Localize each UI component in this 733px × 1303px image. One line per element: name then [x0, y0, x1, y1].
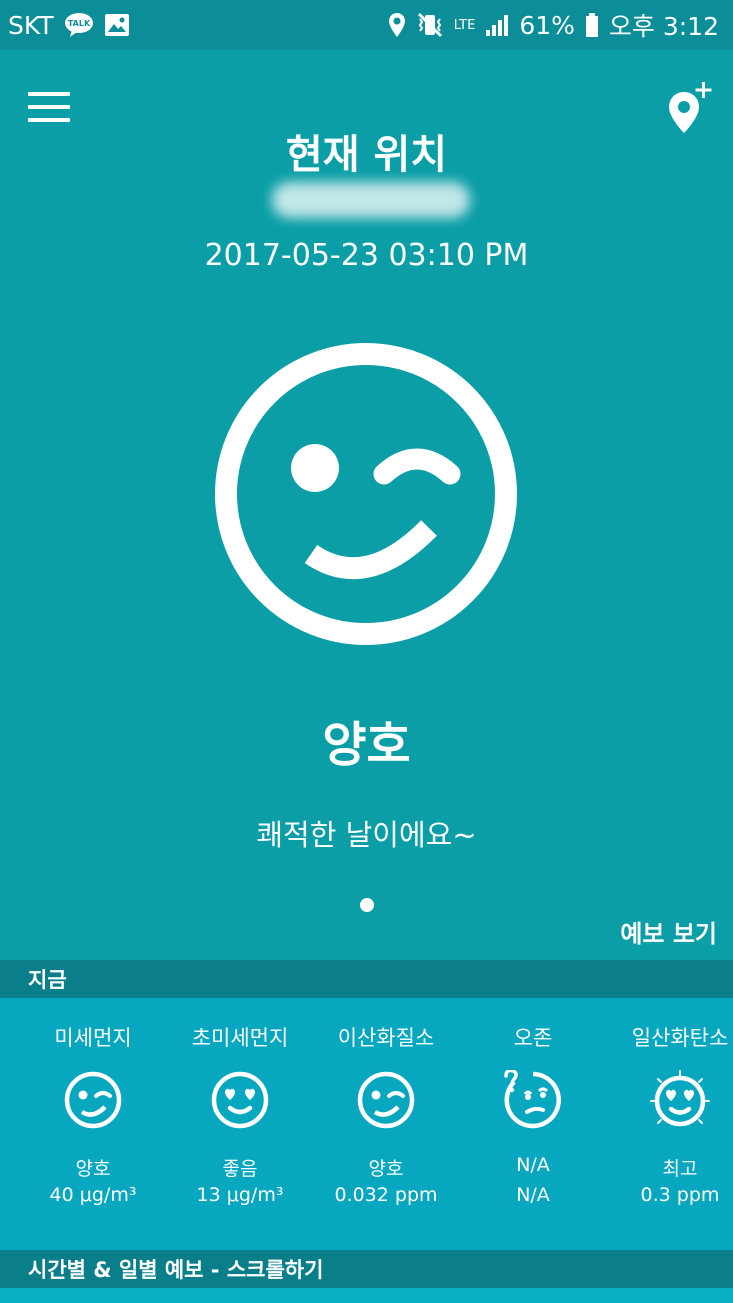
menu-button[interactable]: [28, 92, 70, 126]
pollutant-item-pm10[interactable]: 미세먼지 양호 40 μg/m³: [20, 998, 166, 1234]
pollutant-name: 미세먼지: [54, 1026, 132, 1050]
hourly-forecast-label: 시간별 & 일별 예보 - 스크롤하기: [28, 1258, 324, 1282]
blurred-address: [272, 182, 470, 218]
pollutant-name: 초미세먼지: [191, 1026, 289, 1050]
hourly-forecast-header[interactable]: 시간별 & 일별 예보 - 스크롤하기: [0, 1250, 733, 1288]
menu-bar: [28, 105, 70, 109]
view-forecast-link[interactable]: 예보 보기: [620, 914, 717, 949]
section-spacer: [0, 1234, 733, 1250]
pollutant-name: 이산화질소: [337, 1026, 435, 1050]
pollutant-item-no2[interactable]: 이산화질소 양호 0.032 ppm: [313, 998, 459, 1234]
pollutant-grade: 최고: [662, 1158, 698, 1180]
signal-strength-icon: [485, 13, 509, 37]
pollutant-name: 오존: [513, 1026, 553, 1050]
pollutant-value: 0.3 ppm: [640, 1184, 720, 1206]
now-section-header: 지금: [0, 960, 733, 998]
status-bar: SKT TALK LTE 61% 오후 3:12: [0, 0, 733, 50]
now-section-label: 지금: [28, 968, 67, 992]
kakaotalk-badge-text: TALK: [67, 19, 90, 28]
pollutant-grade: N/A: [516, 1154, 550, 1176]
pollutant-name: 일산화탄소: [631, 1026, 729, 1050]
location-pin-icon: [388, 12, 406, 38]
pollutant-item-ozone[interactable]: 오존 N/A N/A: [460, 998, 606, 1234]
pollutant-value: 0.032 ppm: [334, 1184, 438, 1206]
sparkle-heart-eyes-face-icon: [650, 1070, 710, 1127]
menu-bar: [28, 92, 70, 96]
pollutant-value: 40 μg/m³: [49, 1184, 137, 1206]
kakaotalk-icon: TALK: [64, 12, 94, 38]
network-type-label: LTE: [453, 17, 476, 33]
pollutant-value: N/A: [516, 1184, 550, 1206]
pollutant-value: 13 μg/m³: [196, 1184, 284, 1206]
confused-face-icon: [504, 1070, 561, 1129]
gallery-icon: [104, 13, 130, 37]
wink-face-icon: [64, 1071, 122, 1129]
vibrate-mute-icon: [416, 12, 444, 38]
hourly-forecast-panel: [0, 1288, 733, 1303]
battery-icon: [585, 12, 599, 38]
pollutant-grade: 양호: [75, 1158, 111, 1180]
wink-face-icon: [357, 1071, 415, 1129]
heart-eyes-face-icon: [211, 1071, 269, 1129]
air-quality-grade: 양호: [322, 717, 411, 773]
carrier-label: SKT: [8, 10, 54, 40]
page-indicator-dot: [360, 898, 374, 912]
air-quality-message: 쾌적한 날이에요~: [256, 818, 477, 852]
wink-face-icon: [215, 343, 517, 645]
clock-time: 오후 3:12: [608, 12, 719, 41]
pollutant-grade: 좋음: [222, 1158, 258, 1180]
pollutant-list: 미세먼지 양호 40 μg/m³ 초미세먼지 좋음 13 μg/m³ 이산화질소: [0, 998, 733, 1234]
pollutant-item-co[interactable]: 일산화탄소 최고 0.3 ppm: [607, 998, 733, 1234]
current-location-panel: 현재 위치 2017-05-23 03:10 PM 양호 쾌적한 날이에요~ 예…: [0, 50, 733, 960]
measurement-datetime: 2017-05-23 03:10 PM: [204, 238, 529, 273]
pollutant-grade: 양호: [368, 1158, 404, 1180]
battery-percent: 61%: [519, 10, 575, 40]
page-title: 현재 위치: [285, 132, 448, 178]
pollutant-item-pm25[interactable]: 초미세먼지 좋음 13 μg/m³: [167, 998, 313, 1234]
